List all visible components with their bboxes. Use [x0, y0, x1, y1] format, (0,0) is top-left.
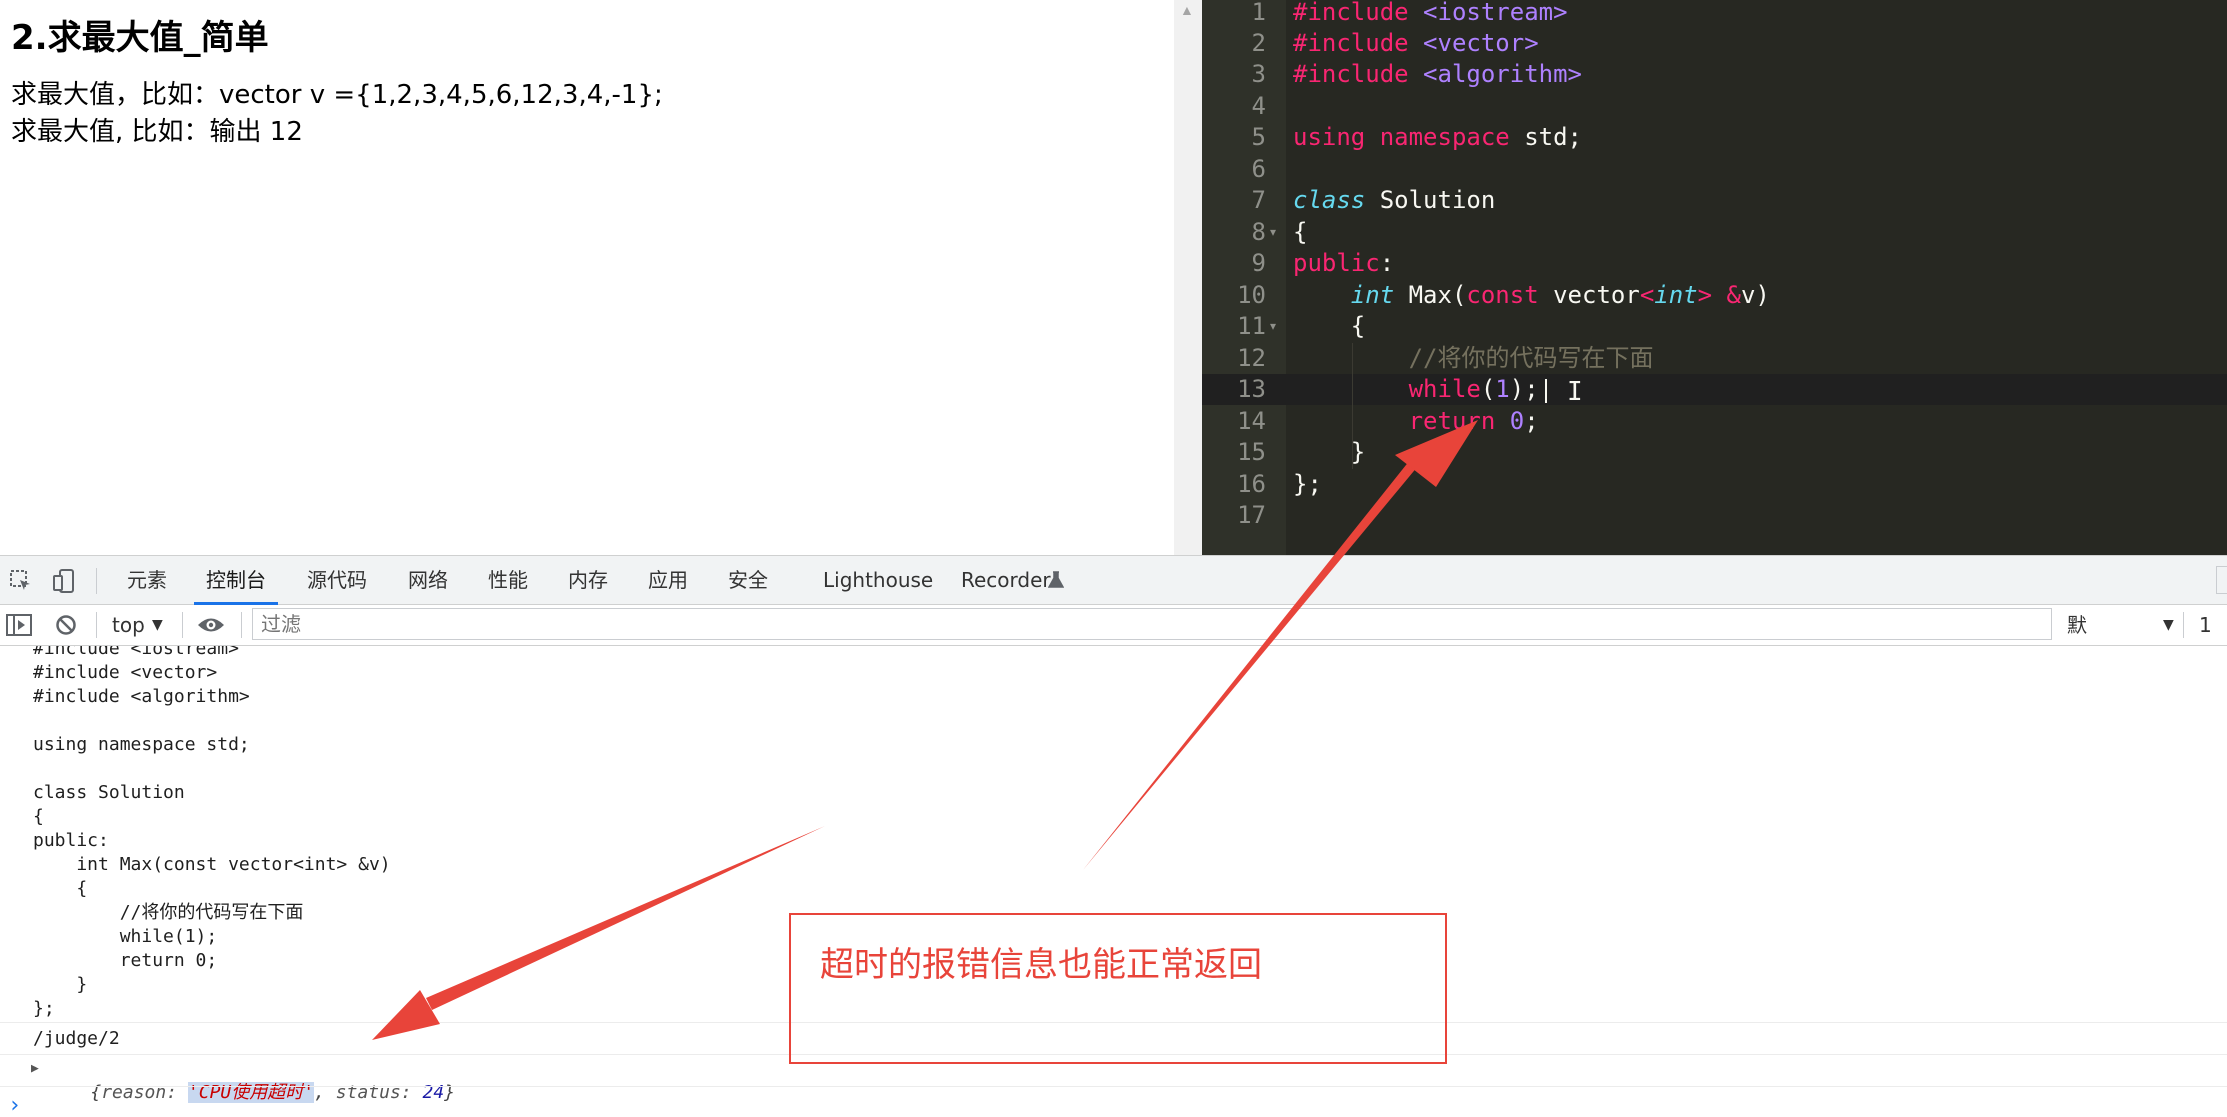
sidebar-toggle-icon[interactable] [6, 614, 32, 636]
console-code-line: { [33, 806, 44, 827]
line-number: 10 [1237, 281, 1266, 309]
line-number: 17 [1237, 501, 1266, 529]
toolbar-divider [241, 612, 242, 638]
device-toolbar-icon[interactable] [52, 568, 78, 594]
code-line: while(1); [1408, 375, 1539, 403]
devtools-tab-bar: 元素 控制台 源代码 网络 性能 内存 应用 安全 Lighthouse Rec… [0, 555, 2227, 605]
console-code-line: return 0; [33, 950, 218, 971]
toolbar-divider [182, 612, 183, 638]
code-line: //将你的代码写在下面 [1408, 344, 1654, 372]
text-caret [1545, 379, 1547, 403]
line-number: 16 [1237, 470, 1266, 498]
console-code-line: int Max(const vector<int> &v) [33, 854, 391, 875]
toolbar-divider [96, 568, 97, 594]
console-code-line: } [33, 974, 88, 995]
line-number: 8 [1251, 218, 1266, 246]
filter-input[interactable] [252, 608, 2052, 640]
issues-count[interactable]: 1 [2199, 605, 2212, 645]
line-number: 12 [1237, 344, 1266, 372]
annotation-text: 超时的报错信息也能正常返回 [820, 945, 1262, 985]
scroll-up-icon[interactable]: ▲ [1180, 2, 1194, 18]
tab-sources[interactable]: 源代码 [307, 556, 367, 605]
code-line: return 0; [1408, 407, 1539, 435]
line-number: 4 [1251, 92, 1266, 120]
ibeam-cursor-icon: I [1567, 377, 1583, 407]
dropdown-arrow-icon: ▼ [152, 617, 163, 633]
line-number: 2 [1251, 29, 1266, 57]
toolbar-divider [2183, 612, 2184, 638]
console-code-line: #include <iostream> [33, 646, 239, 659]
fold-arrow-icon[interactable]: ▾ [1270, 311, 1276, 342]
context-label: top [112, 613, 145, 637]
code-line: #include <algorithm> [1293, 60, 1582, 88]
line-number: 6 [1251, 155, 1266, 183]
console-code-line: while(1); [33, 926, 218, 947]
console-code-line: { [33, 878, 88, 899]
line-number: 1 [1251, 0, 1266, 26]
problem-scrollbar[interactable]: ▲ [1174, 0, 1202, 555]
line-number: 14 [1237, 407, 1266, 435]
flask-icon [1048, 571, 1064, 588]
console-url-line: /judge/2 [33, 1028, 120, 1049]
tab-application[interactable]: 应用 [648, 556, 688, 605]
tab-recorder[interactable]: Recorder [961, 556, 1051, 605]
problem-description-line: 求最大值, 比如：输出 12 [11, 117, 303, 147]
annotation-box: 超时的报错信息也能正常返回 [789, 913, 1447, 1064]
problem-pane: 2.求最大值_简单 求最大值，比如：vector v ={1,2,3,4,5,6… [0, 0, 1174, 555]
more-tabs-button[interactable] [2216, 566, 2227, 594]
code-line: int Max(const vector<int> &v) [1350, 281, 1770, 309]
live-expression-eye-icon[interactable] [197, 616, 225, 634]
dropdown-arrow-icon: ▼ [2163, 617, 2174, 633]
console-object-entry[interactable]: ▶ {reason: 'CPU使用超时', status: 24} [31, 1057, 455, 1117]
line-number: 7 [1251, 186, 1266, 214]
console-toolbar: top ▼ 默认级别 ▼ 1 [0, 605, 2227, 757]
code-editor[interactable]: 1 2 3 4 5 6 7 8 9 10 11 12 13 14 15 16 1… [1202, 0, 2227, 555]
code-line: { [1293, 218, 1308, 246]
fold-arrow-icon[interactable]: ▾ [1270, 217, 1276, 248]
line-number: 3 [1251, 60, 1266, 88]
toolbar-divider [96, 612, 97, 638]
tab-lighthouse[interactable]: Lighthouse [823, 556, 933, 605]
line-number: 5 [1251, 123, 1266, 151]
console-code-line: }; [33, 998, 55, 1019]
inspect-element-icon[interactable] [8, 568, 34, 594]
console-code-line: //将你的代码写在下面 [33, 902, 304, 923]
problem-description-line: 求最大值，比如：vector v ={1,2,3,4,5,6,12,3,4,-1… [11, 80, 663, 110]
line-number: 9 [1251, 249, 1266, 277]
code-line: public: [1293, 249, 1395, 277]
console-code-line: using namespace std; [33, 734, 250, 755]
code-line: #include <vector> [1293, 29, 1539, 57]
tab-elements[interactable]: 元素 [127, 556, 167, 605]
console-code-line: #include <vector> [33, 662, 218, 683]
problem-title: 2.求最大值_简单 [11, 18, 269, 58]
code-line: class Solution [1293, 186, 1496, 214]
code-line: { [1350, 312, 1366, 340]
console-code-line: #include <algorithm> [33, 686, 250, 707]
tab-console[interactable]: 控制台 [194, 556, 278, 605]
console-code-line: public: [33, 830, 109, 851]
clear-console-icon[interactable] [55, 614, 77, 636]
code-line: using namespace std; [1293, 123, 1582, 151]
line-number: 11 [1237, 312, 1266, 340]
code-line: } [1350, 438, 1366, 466]
code-line: #include <iostream> [1293, 0, 1568, 26]
line-number: 13 [1237, 375, 1266, 403]
tab-network[interactable]: 网络 [408, 556, 448, 605]
console-row-divider [0, 1086, 2227, 1087]
console-prompt-icon[interactable]: › [8, 1093, 21, 1117]
code-line: }; [1293, 470, 1322, 498]
line-number: 15 [1237, 438, 1266, 466]
tab-security[interactable]: 安全 [728, 556, 768, 605]
expand-triangle-icon[interactable]: ▶ [31, 1057, 39, 1081]
console-code-line: class Solution [33, 782, 185, 803]
tab-performance[interactable]: 性能 [488, 556, 528, 605]
tab-memory[interactable]: 内存 [568, 556, 608, 605]
